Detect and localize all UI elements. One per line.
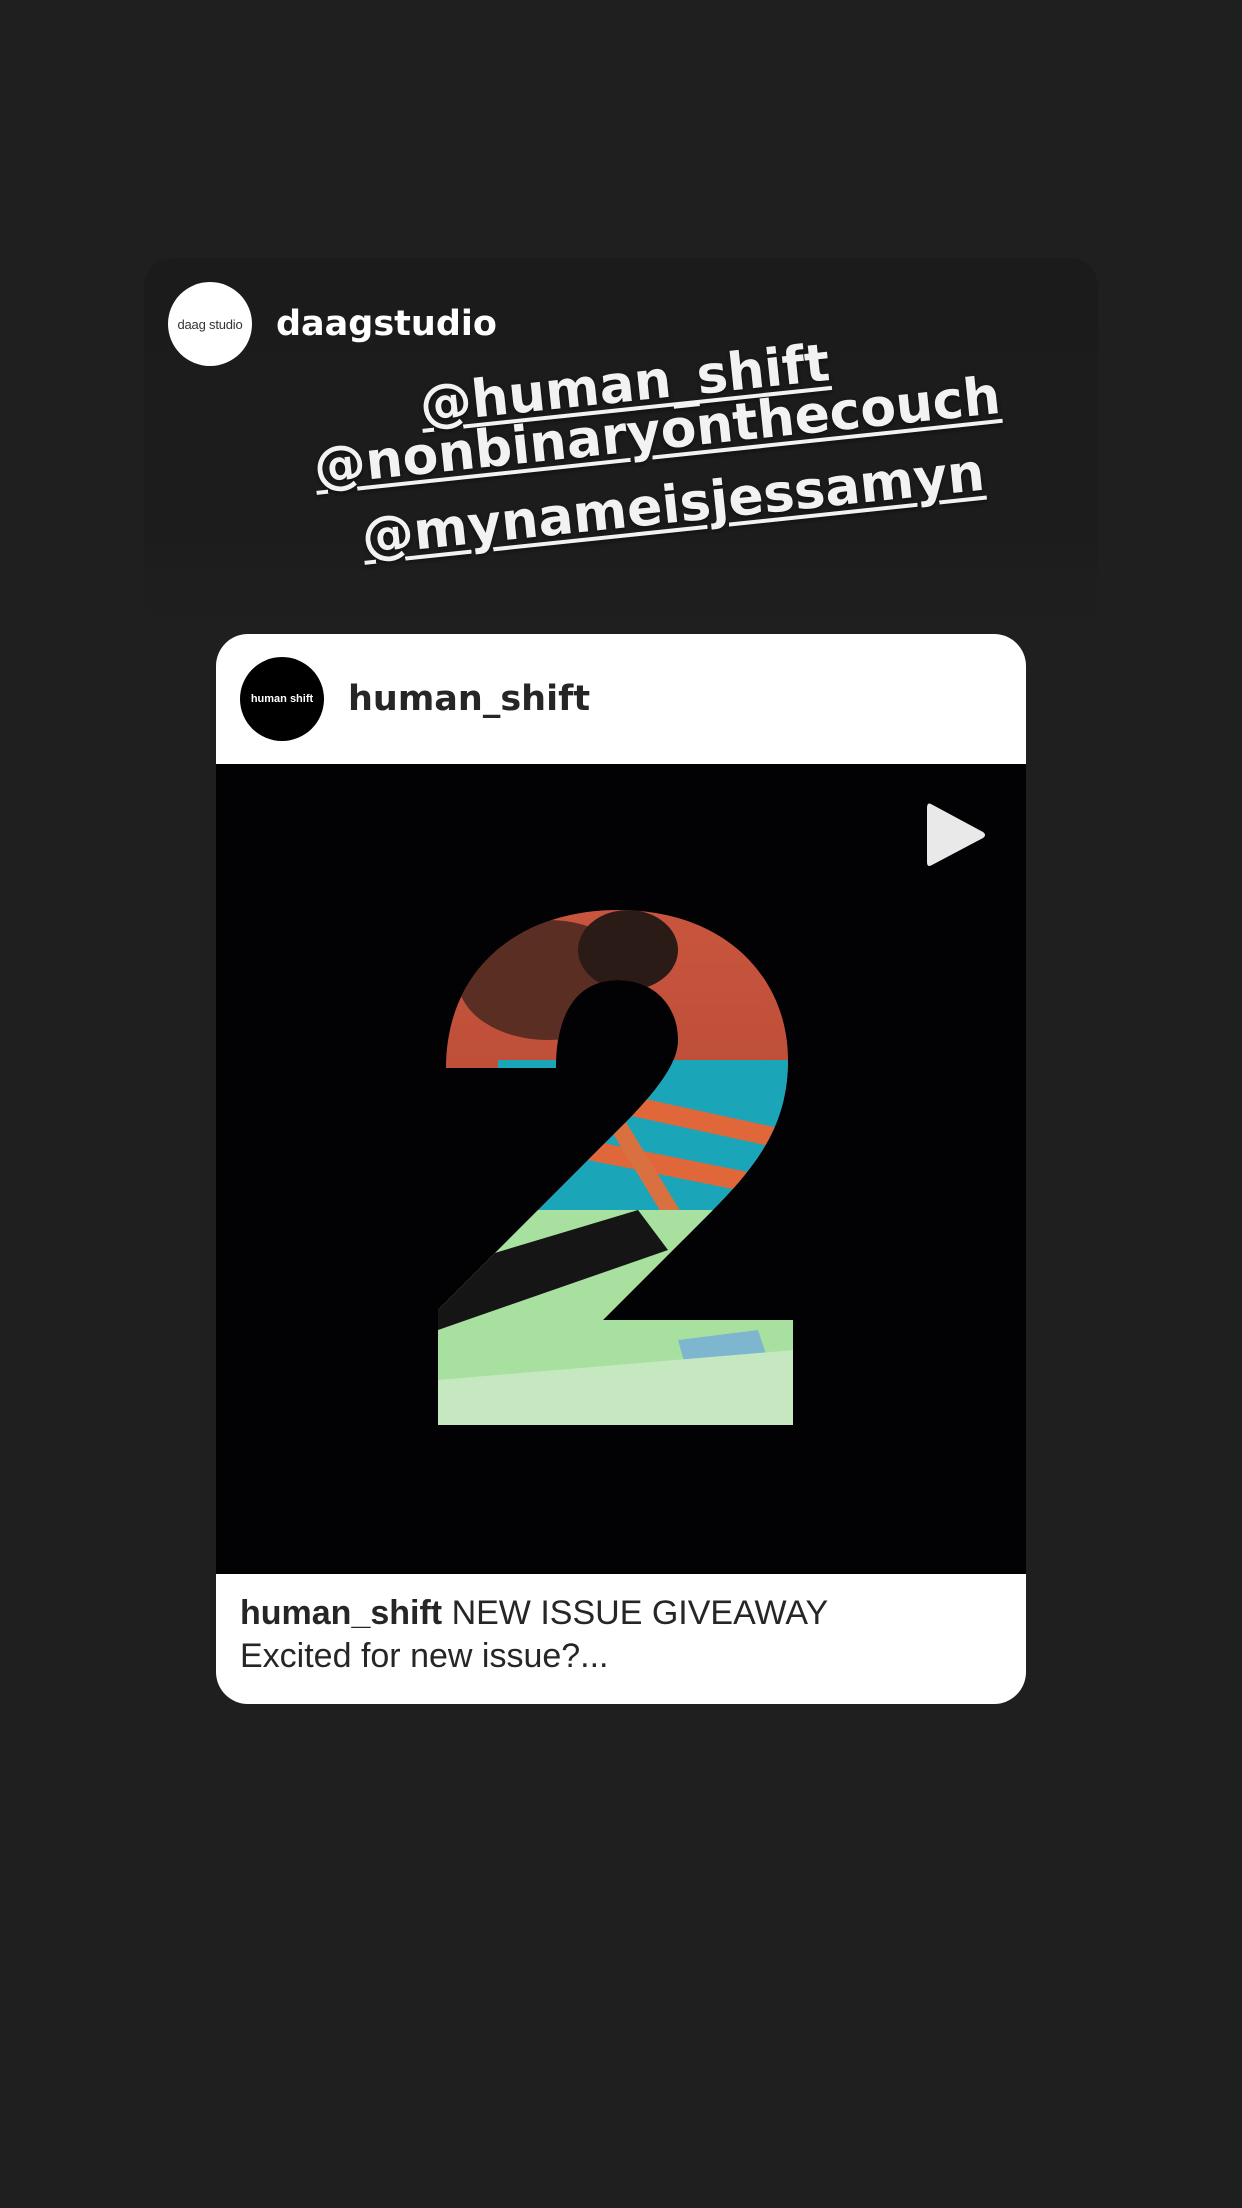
avatar[interactable]: human shift — [240, 657, 324, 741]
post-caption: human_shift NEW ISSUE GIVEAWAY Excited f… — [240, 1592, 1000, 1678]
play-icon[interactable] — [923, 800, 987, 870]
caption-text: NEW ISSUE GIVEAWAY — [442, 1594, 829, 1632]
avatar[interactable]: daag studio — [168, 282, 252, 366]
numeral-two-photo — [438, 910, 793, 1425]
caption-line-2: Excited for new issue?... — [240, 1637, 609, 1675]
story-header: daag studio daagstudio — [168, 282, 497, 366]
story-card[interactable]: @human_shift @nonbinaryonthecouch @mynam… — [144, 258, 1098, 628]
shared-post-card[interactable]: human shift human_shift human_shift NEW … — [216, 634, 1026, 1704]
avatar-label: daag studio — [177, 316, 243, 332]
story-username[interactable]: daagstudio — [276, 304, 497, 344]
caption-line-1: human_shift NEW ISSUE GIVEAWAY — [240, 1592, 1000, 1635]
story-viewer: @human_shift @nonbinaryonthecouch @mynam… — [0, 0, 1242, 2208]
caption-username[interactable]: human_shift — [240, 1594, 442, 1632]
avatar-label: human shift — [250, 693, 314, 705]
post-header: human shift human_shift — [216, 634, 1026, 764]
post-username[interactable]: human_shift — [348, 679, 590, 719]
post-video[interactable] — [216, 764, 1026, 1574]
